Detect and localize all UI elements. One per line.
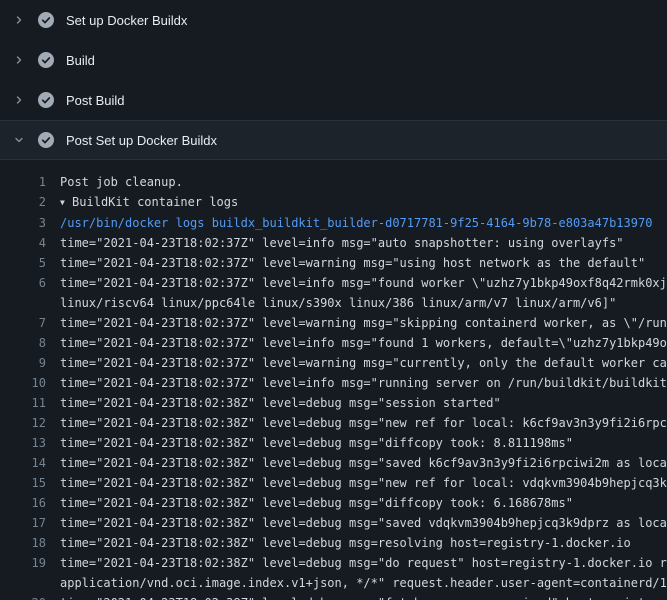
- step-list: Set up Docker Buildx Build Post Buil: [0, 0, 667, 160]
- log-line-text: time="2021-04-23T18:02:38Z" level=debug …: [60, 473, 667, 493]
- log-line-text: time="2021-04-23T18:02:38Z" level=debug …: [60, 393, 667, 413]
- log-line-number[interactable]: 9: [0, 353, 46, 373]
- log-line-number[interactable]: 7: [0, 313, 46, 333]
- log-line-number[interactable]: 11: [0, 393, 46, 413]
- log-line-number[interactable]: 6: [0, 273, 46, 313]
- log-line-text: time="2021-04-23T18:02:37Z" level=info m…: [60, 273, 667, 313]
- log-line-text: time="2021-04-23T18:02:38Z" level=debug …: [60, 413, 667, 433]
- log-line-14: 14 time="2021-04-23T18:02:38Z" level=deb…: [0, 453, 667, 473]
- check-circle-icon: [38, 132, 54, 148]
- log-line-text[interactable]: ▼ BuildKit container logs: [60, 192, 667, 213]
- log-line-7: 7 time="2021-04-23T18:02:37Z" level=warn…: [0, 313, 667, 333]
- log-line-13: 13 time="2021-04-23T18:02:38Z" level=deb…: [0, 433, 667, 453]
- log-line-number[interactable]: 13: [0, 433, 46, 453]
- actions-log-viewer: Set up Docker Buildx Build Post Buil: [0, 0, 667, 600]
- log-line-text: time="2021-04-23T18:02:37Z" level=warnin…: [60, 353, 667, 373]
- log-line-text: time="2021-04-23T18:02:38Z" level=debug …: [60, 493, 667, 513]
- log-line-19: 19 time="2021-04-23T18:02:38Z" level=deb…: [0, 553, 667, 593]
- log-line-number[interactable]: 16: [0, 493, 46, 513]
- log-line-text: time="2021-04-23T18:02:37Z" level=info m…: [60, 373, 667, 393]
- log-line-text: time="2021-04-23T18:02:38Z" level=debug …: [60, 433, 667, 453]
- log-line-text: time="2021-04-23T18:02:38Z" level=debug …: [60, 553, 667, 593]
- log-line-number[interactable]: 8: [0, 333, 46, 353]
- log-line-6: 6 time="2021-04-23T18:02:37Z" level=info…: [0, 273, 667, 313]
- log-line-text: time="2021-04-23T18:02:37Z" level=warnin…: [60, 313, 667, 333]
- log-line-number[interactable]: 2: [0, 192, 46, 213]
- log-line-15: 15 time="2021-04-23T18:02:38Z" level=deb…: [0, 473, 667, 493]
- log-line-number[interactable]: 18: [0, 533, 46, 553]
- log-line-text: time="2021-04-23T18:02:37Z" level=info m…: [60, 233, 667, 253]
- log-line-text: time="2021-04-23T18:02:38Z" level=debug …: [60, 593, 667, 600]
- log-line-number[interactable]: 3: [0, 213, 46, 233]
- log-line-number[interactable]: 10: [0, 373, 46, 393]
- log-line-8: 8 time="2021-04-23T18:02:37Z" level=info…: [0, 333, 667, 353]
- log-area: 1 Post job cleanup. 2 ▼ BuildKit contain…: [0, 160, 667, 600]
- log-line-number[interactable]: 4: [0, 233, 46, 253]
- step-title: Post Set up Docker Buildx: [66, 134, 217, 147]
- log-line-number[interactable]: 14: [0, 453, 46, 473]
- check-circle-icon: [38, 12, 54, 28]
- log-line-11: 11 time="2021-04-23T18:02:38Z" level=deb…: [0, 393, 667, 413]
- log-line-text: time="2021-04-23T18:02:38Z" level=debug …: [60, 513, 667, 533]
- log-line-number[interactable]: 20: [0, 593, 46, 600]
- step-header-0[interactable]: Set up Docker Buildx: [0, 0, 667, 40]
- log-line-number[interactable]: 5: [0, 253, 46, 273]
- log-line-number[interactable]: 1: [0, 172, 46, 192]
- log-line-20: 20 time="2021-04-23T18:02:38Z" level=deb…: [0, 593, 667, 600]
- log-line-text: time="2021-04-23T18:02:38Z" level=debug …: [60, 453, 667, 473]
- log-group-label: BuildKit container logs: [65, 195, 238, 209]
- step-title: Post Build: [66, 94, 125, 107]
- check-circle-icon: [38, 92, 54, 108]
- step-header-1[interactable]: Build: [0, 40, 667, 80]
- log-line-3: 3 /usr/bin/docker logs buildx_buildkit_b…: [0, 213, 667, 233]
- log-line-18: 18 time="2021-04-23T18:02:38Z" level=deb…: [0, 533, 667, 553]
- check-circle-icon: [38, 52, 54, 68]
- log-line-10: 10 time="2021-04-23T18:02:37Z" level=inf…: [0, 373, 667, 393]
- step-header-2[interactable]: Post Build: [0, 80, 667, 120]
- log-line-number[interactable]: 17: [0, 513, 46, 533]
- log-line-16: 16 time="2021-04-23T18:02:38Z" level=deb…: [0, 493, 667, 513]
- step-header-3[interactable]: Post Set up Docker Buildx: [0, 120, 667, 160]
- log-line-4: 4 time="2021-04-23T18:02:37Z" level=info…: [0, 233, 667, 253]
- log-line-number[interactable]: 12: [0, 413, 46, 433]
- chevron-icon: [12, 94, 26, 106]
- log-line-1: 1 Post job cleanup.: [0, 172, 667, 192]
- step-title: Set up Docker Buildx: [66, 14, 187, 27]
- log-line-text: time="2021-04-23T18:02:37Z" level=warnin…: [60, 253, 667, 273]
- log-line-text: time="2021-04-23T18:02:38Z" level=debug …: [60, 533, 667, 553]
- chevron-icon: [12, 54, 26, 66]
- log-line-2: 2 ▼ BuildKit container logs: [0, 192, 667, 213]
- chevron-icon: [12, 14, 26, 26]
- log-line-text: /usr/bin/docker logs buildx_buildkit_bui…: [60, 213, 667, 233]
- step-title: Build: [66, 54, 95, 67]
- log-line-12: 12 time="2021-04-23T18:02:38Z" level=deb…: [0, 413, 667, 433]
- log-line-17: 17 time="2021-04-23T18:02:38Z" level=deb…: [0, 513, 667, 533]
- log-line-number[interactable]: 15: [0, 473, 46, 493]
- log-line-text: Post job cleanup.: [60, 172, 667, 192]
- chevron-icon: [12, 134, 26, 146]
- log-line-number[interactable]: 19: [0, 553, 46, 593]
- log-line-text: time="2021-04-23T18:02:37Z" level=info m…: [60, 333, 667, 353]
- log-line-9: 9 time="2021-04-23T18:02:37Z" level=warn…: [0, 353, 667, 373]
- log-line-5: 5 time="2021-04-23T18:02:37Z" level=warn…: [0, 253, 667, 273]
